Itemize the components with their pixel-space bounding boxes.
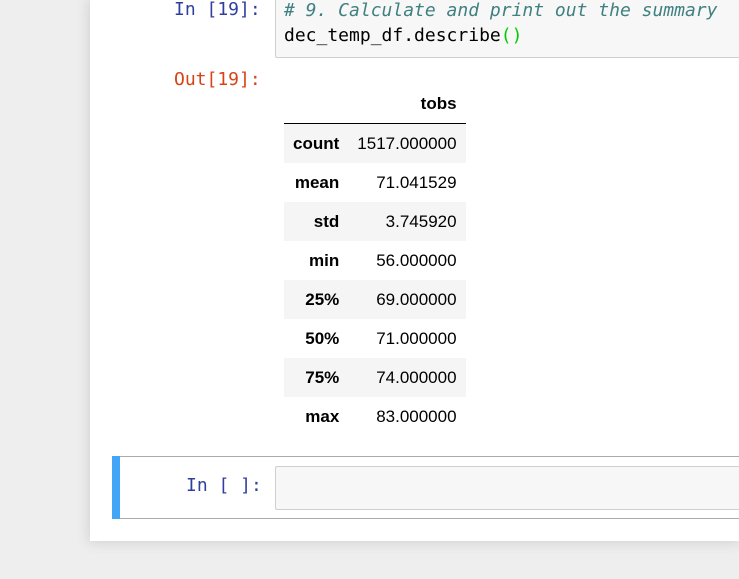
row-label: max xyxy=(305,406,340,426)
describe-table: tobs count 1517.000000 mean 71.041529 st… xyxy=(284,84,466,436)
row-label: 25% xyxy=(305,289,340,309)
row-label: min xyxy=(309,250,340,270)
row-value: 3.745920 xyxy=(385,211,457,231)
row-label: std xyxy=(313,211,340,231)
in-prompt: In [19]: xyxy=(174,0,261,20)
notebook-container: In [19]: # 9. Calculate and print out th… xyxy=(90,0,739,541)
empty-in-prompt: In [ ]: xyxy=(186,475,262,496)
code-parentheses: () xyxy=(500,25,523,46)
row-label: mean xyxy=(294,172,340,192)
code-comment-line: # 9. Calculate and print out the summary xyxy=(284,0,718,21)
table-row: min 56.000000 xyxy=(284,241,466,280)
table-row: std 3.745920 xyxy=(284,202,466,241)
table-row: 25% 69.000000 xyxy=(284,280,466,319)
code-input-area[interactable]: # 9. Calculate and print out the summary… xyxy=(275,0,739,58)
code-statement-line: dec_temp_df.describe() xyxy=(284,24,522,48)
table-header-row: tobs xyxy=(284,84,466,124)
table-row: mean 71.041529 xyxy=(284,163,466,202)
code-statement: dec_temp_df.describe xyxy=(284,25,501,46)
row-value: 56.000000 xyxy=(376,250,457,270)
row-value: 69.000000 xyxy=(376,289,457,309)
row-value: 83.000000 xyxy=(376,406,457,426)
table-row: max 83.000000 xyxy=(284,397,466,436)
row-value: 74.000000 xyxy=(376,367,457,387)
row-value: 1517.000000 xyxy=(357,133,457,153)
table-row: 75% 74.000000 xyxy=(284,358,466,397)
row-label: 50% xyxy=(305,328,340,348)
row-label: 75% xyxy=(305,367,340,387)
row-value: 71.041529 xyxy=(376,172,457,192)
row-value: 71.000000 xyxy=(376,328,457,348)
column-header-tobs: tobs xyxy=(348,84,466,124)
out-prompt: Out[19]: xyxy=(174,69,261,90)
selected-cell-indicator xyxy=(112,456,120,519)
table-row: count 1517.000000 xyxy=(284,123,466,163)
index-header xyxy=(284,84,349,124)
row-label: count xyxy=(293,133,340,153)
table-row: 50% 71.000000 xyxy=(284,319,466,358)
empty-code-input[interactable] xyxy=(275,466,739,510)
